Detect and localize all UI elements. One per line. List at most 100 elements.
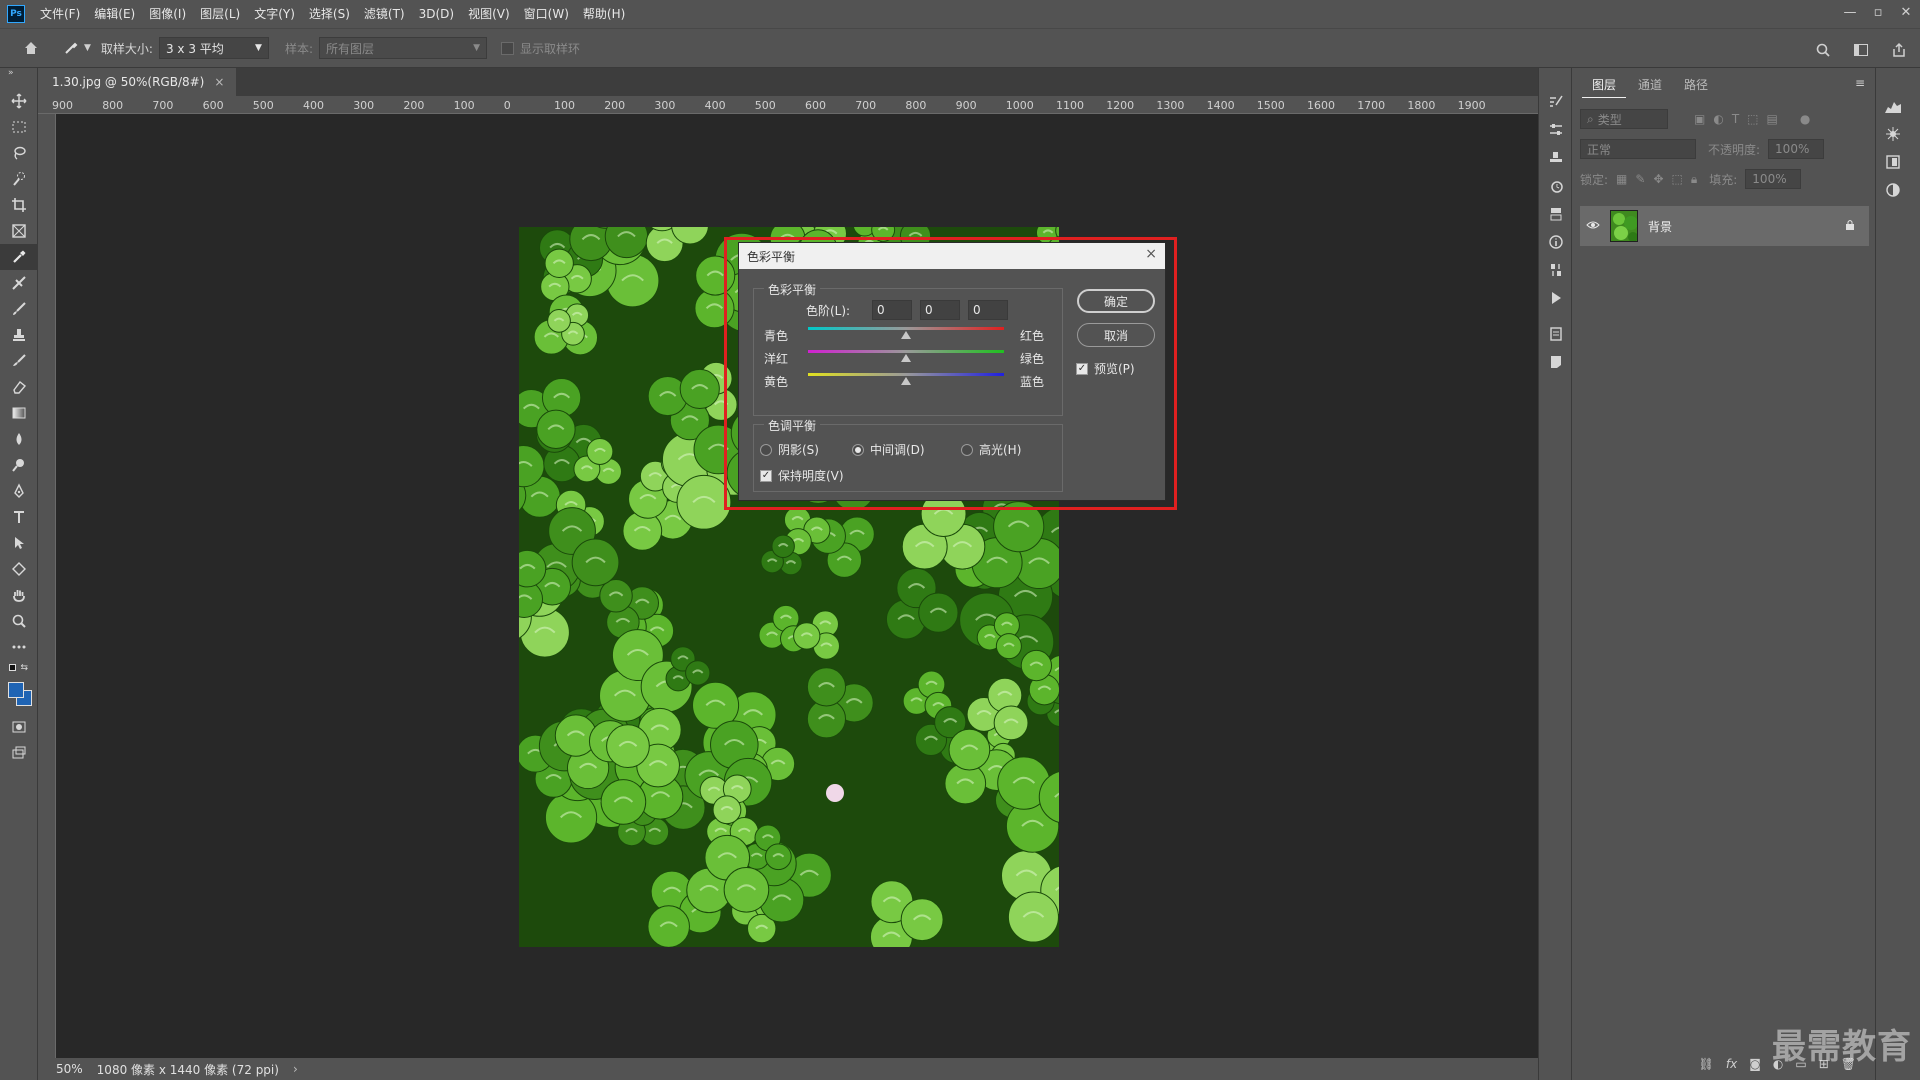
dialog-title-bar[interactable]: 色彩平衡 ×	[739, 243, 1165, 269]
lock-all-icon[interactable]: 🔒︎	[1691, 172, 1697, 187]
libraries-icon[interactable]	[1876, 148, 1910, 176]
collapse-toolbar-icon[interactable]: »	[0, 68, 37, 88]
cyan-red-slider-thumb[interactable]	[901, 331, 911, 339]
clone-stamp-tool-icon[interactable]	[0, 322, 38, 348]
type-tool-icon[interactable]	[0, 504, 38, 530]
channels-mixer-icon[interactable]	[1539, 256, 1573, 284]
screen-mode-icon[interactable]	[0, 740, 38, 766]
menu-edit[interactable]: 编辑(E)	[87, 0, 142, 28]
magenta-green-slider-track[interactable]	[808, 350, 1004, 353]
fx-icon[interactable]: fx	[1726, 1057, 1737, 1071]
eraser-tool-icon[interactable]	[0, 374, 38, 400]
menu-type[interactable]: 文字(Y)	[247, 0, 302, 28]
navigator-icon[interactable]	[1876, 120, 1910, 148]
pixel-filter-icon[interactable]: ▣	[1694, 112, 1705, 126]
frame-tool-icon[interactable]	[0, 218, 38, 244]
shadows-radio[interactable]: 阴影(S)	[760, 441, 819, 458]
blend-mode-select[interactable]: 正常	[1580, 139, 1696, 159]
chevron-right-icon[interactable]: ›	[293, 1062, 298, 1076]
cancel-button[interactable]: 取消	[1077, 323, 1155, 347]
info-icon[interactable]	[1539, 228, 1573, 256]
lock-artboard-icon[interactable]: ⬚	[1672, 172, 1683, 186]
eye-visibility-icon[interactable]	[1586, 219, 1600, 233]
level-input-magenta-green[interactable]: 0	[920, 300, 960, 320]
document-info[interactable]: 1080 像素 x 1440 像素 (72 ppi)	[97, 1061, 279, 1078]
healing-brush-tool-icon[interactable]	[0, 270, 38, 296]
highlights-radio[interactable]: 高光(H)	[961, 441, 1021, 458]
properties-icon[interactable]	[1539, 320, 1573, 348]
shape-tool-icon[interactable]	[0, 556, 38, 582]
tab-layers[interactable]: 图层	[1582, 72, 1627, 98]
show-sampling-ring-checkbox[interactable]	[501, 41, 515, 55]
layer-thumbnail[interactable]	[1610, 210, 1638, 242]
dialog-close-icon[interactable]: ×	[1145, 246, 1157, 262]
radio-dot[interactable]	[961, 443, 973, 456]
minimize-icon[interactable]: —	[1836, 0, 1864, 24]
foreground-color-swatch[interactable]	[8, 682, 24, 698]
level-input-yellow-blue[interactable]: 0	[968, 300, 1008, 320]
blur-tool-icon[interactable]	[0, 426, 38, 452]
workspace-icon[interactable]	[1848, 37, 1874, 63]
hand-tool-icon[interactable]	[0, 582, 38, 608]
sample-select[interactable]: 所有图层 ▼	[319, 37, 488, 59]
zoom-level[interactable]: 50%	[56, 1062, 83, 1076]
zoom-tool-icon[interactable]	[0, 608, 38, 634]
lasso-tool-icon[interactable]	[0, 140, 38, 166]
tab-channels[interactable]: 通道	[1628, 72, 1672, 98]
eyedropper-tool-icon[interactable]	[0, 244, 38, 270]
lock-pixels-icon[interactable]: ✎	[1635, 172, 1645, 186]
eyedropper-preset-icon[interactable]	[58, 35, 84, 61]
move-tool-icon[interactable]	[0, 88, 38, 114]
adjustments-icon[interactable]	[1876, 176, 1910, 204]
add-mask-icon[interactable]: ◙	[1749, 1057, 1761, 1071]
layer-filter-select[interactable]: ⌕ 类型	[1580, 109, 1668, 129]
menu-file[interactable]: 文件(F)	[33, 0, 87, 28]
brush-tool-icon[interactable]	[0, 296, 38, 322]
maximize-icon[interactable]: ▫	[1864, 0, 1892, 24]
brush-settings-icon[interactable]	[1539, 88, 1573, 116]
menu-window[interactable]: 窗口(W)	[517, 0, 576, 28]
history-icon[interactable]	[1539, 172, 1573, 200]
yellow-blue-slider-track[interactable]	[808, 373, 1004, 376]
notes-icon[interactable]	[1539, 348, 1573, 376]
preview-checkbox[interactable]: ✓ 预览(P)	[1076, 360, 1135, 377]
crop-tool-icon[interactable]	[0, 192, 38, 218]
fill-input[interactable]: 100%	[1745, 169, 1802, 189]
checkmark-icon[interactable]: ✓	[760, 469, 772, 482]
level-input-cyan-red[interactable]: 0	[872, 300, 912, 320]
adjustments-sliders-icon[interactable]	[1539, 116, 1573, 144]
ok-button[interactable]: 确定	[1077, 289, 1155, 313]
close-window-icon[interactable]: ✕	[1892, 0, 1920, 24]
menu-layer[interactable]: 图层(L)	[193, 0, 247, 28]
magenta-green-slider-thumb[interactable]	[901, 354, 911, 362]
lock-transparency-icon[interactable]: ▦	[1616, 172, 1627, 186]
menu-3d[interactable]: 3D(D)	[412, 0, 461, 28]
lock-position-icon[interactable]: ✥	[1653, 172, 1663, 186]
actions-list-icon[interactable]	[1539, 200, 1573, 228]
default-colors-icon[interactable]: ⇆	[0, 660, 37, 674]
quick-mask-icon[interactable]	[0, 714, 38, 740]
gradient-tool-icon[interactable]	[0, 400, 38, 426]
layer-row-background[interactable]: 背景	[1580, 206, 1869, 246]
panel-menu-icon[interactable]: ≡	[1855, 76, 1865, 90]
menu-image[interactable]: 图像(I)	[142, 0, 193, 28]
shape-filter-icon[interactable]: ⬚	[1747, 112, 1758, 126]
quick-selection-tool-icon[interactable]	[0, 166, 38, 192]
marquee-tool-icon[interactable]	[0, 114, 38, 140]
play-action-icon[interactable]	[1539, 284, 1573, 312]
search-icon[interactable]	[1810, 37, 1836, 63]
path-selection-tool-icon[interactable]	[0, 530, 38, 556]
share-icon[interactable]	[1886, 37, 1912, 63]
menu-help[interactable]: 帮助(H)	[576, 0, 632, 28]
chevron-down-icon[interactable]: ▼	[84, 43, 91, 53]
adjustment-filter-icon[interactable]: ◐	[1713, 112, 1723, 126]
radio-dot[interactable]	[760, 443, 772, 456]
pen-tool-icon[interactable]	[0, 478, 38, 504]
home-icon[interactable]	[18, 35, 44, 61]
midtones-radio[interactable]: 中间调(D)	[852, 441, 925, 458]
yellow-blue-slider-thumb[interactable]	[901, 377, 911, 385]
preserve-luminosity-checkbox[interactable]: ✓ 保持明度(V)	[760, 467, 844, 484]
history-brush-tool-icon[interactable]	[0, 348, 38, 374]
document-tab[interactable]: 1.30.jpg @ 50%(RGB/8#) ×	[38, 68, 237, 96]
menu-select[interactable]: 选择(S)	[302, 0, 357, 28]
